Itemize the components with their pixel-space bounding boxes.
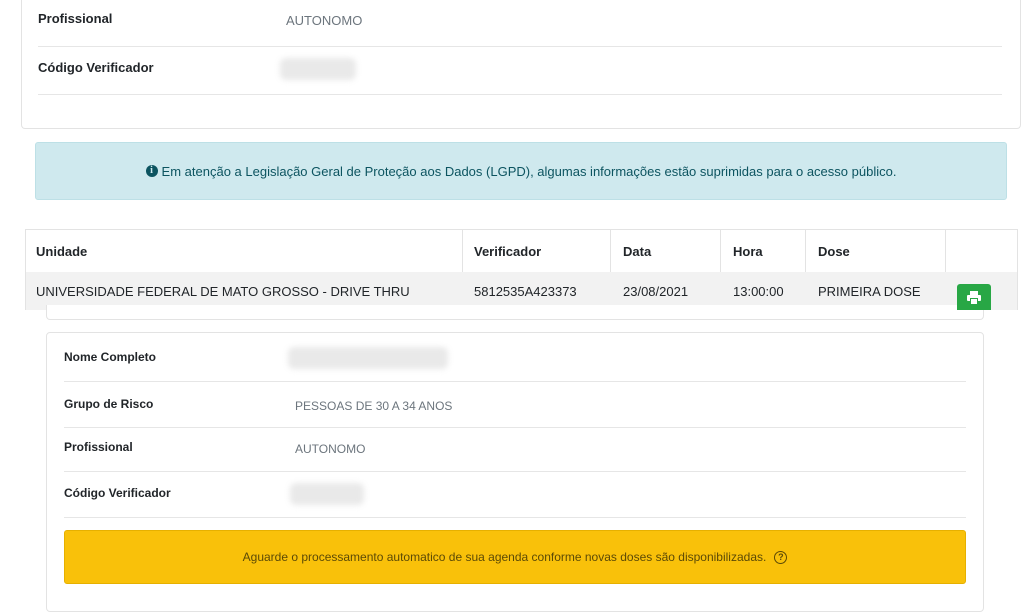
detail-row-nome: Nome Completo (64, 333, 966, 382)
print-icon (967, 290, 981, 304)
info-circle-icon: i (145, 165, 158, 177)
processing-warning-alert: Aguarde o processamento automatico de su… (64, 530, 966, 584)
detail-row-codigo: Código Verificador (38, 47, 1002, 95)
detail-row-profissional: Profissional AUTONOMO (38, 0, 1002, 47)
expanded-row-strip (46, 305, 984, 320)
profissional-value: AUTONOMO (286, 13, 363, 28)
print-button[interactable] (957, 284, 991, 310)
detail-row-grupo: Grupo de Risco PESSOAS DE 30 A 34 ANOS (64, 382, 966, 428)
detail-row-profissional-2: Profissional AUTONOMO (64, 428, 966, 472)
lgpd-info-alert: i Em atenção a Legislação Geral de Prote… (35, 142, 1007, 200)
header-dose: Dose (818, 243, 850, 259)
header-data: Data (623, 243, 652, 259)
codigo-verificador-label: Código Verificador (38, 60, 154, 75)
nome-completo-redacted (288, 347, 448, 369)
codigo-verificador-redacted-2 (290, 483, 364, 505)
codigo-verificador-redacted (280, 58, 356, 80)
top-detail-card: Profissional AUTONOMO Código Verificador (21, 0, 1021, 129)
grupo-de-risco-value: PESSOAS DE 30 A 34 ANOS (295, 399, 453, 413)
header-unidade: Unidade (36, 243, 88, 259)
processing-warning-text: Aguarde o processamento automatico de su… (242, 550, 767, 564)
header-verificador: Verificador (474, 243, 542, 259)
lgpd-info-text: Em atenção a Legislação Geral de Proteçã… (161, 163, 897, 179)
codigo-verificador-label-2: Código Verificador (64, 486, 171, 500)
grupo-de-risco-label: Grupo de Risco (64, 397, 154, 411)
profissional-label-2: Profissional (64, 440, 133, 454)
table-header-row: Unidade Verificador Data Hora Dose (25, 229, 1018, 273)
profissional-label: Profissional (38, 11, 113, 26)
detail-row-codigo-2: Código Verificador (64, 472, 966, 518)
header-hora: Hora (733, 243, 763, 259)
profissional-value-2: AUTONOMO (295, 442, 366, 456)
question-circle-icon[interactable]: ? (774, 550, 788, 564)
nome-completo-label: Nome Completo (64, 350, 157, 364)
